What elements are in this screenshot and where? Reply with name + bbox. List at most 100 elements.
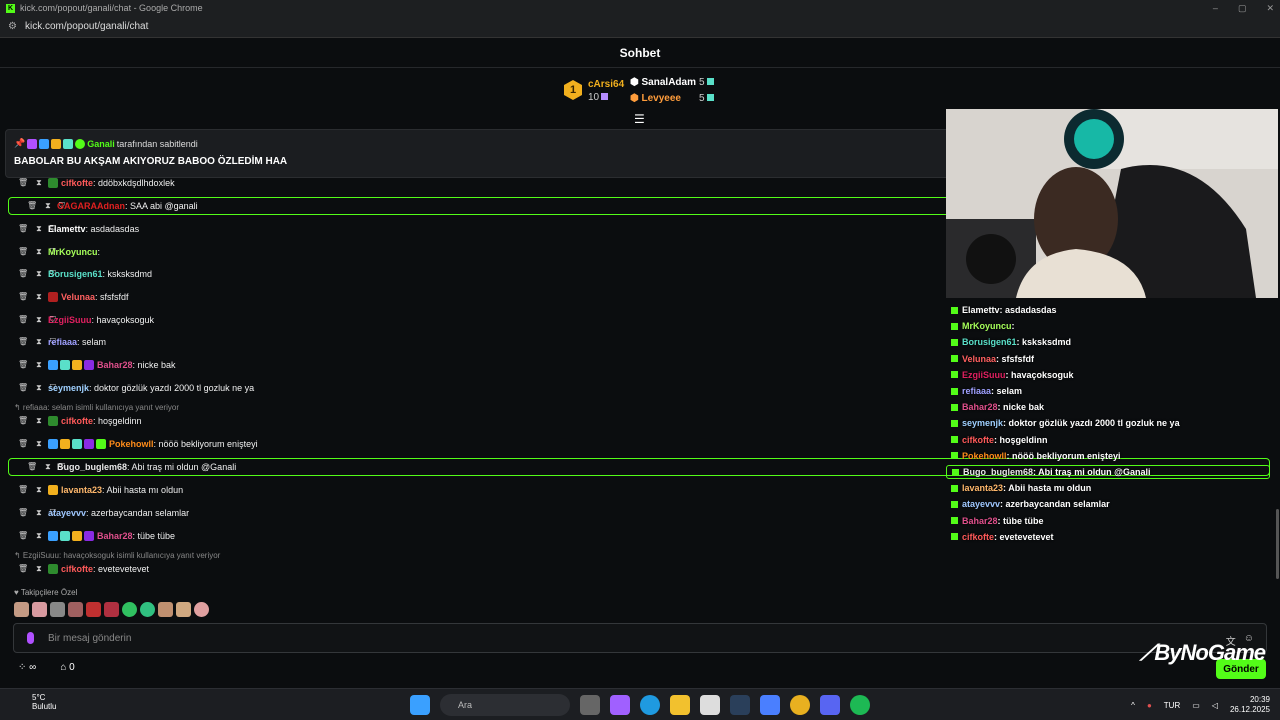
chat-message[interactable]: 🗑 ⧗ ⛉ MrKoyuncu:	[0, 243, 945, 261]
emote-icon[interactable]	[104, 602, 119, 617]
emote-icon[interactable]	[50, 602, 65, 617]
maximize-icon[interactable]: ▢	[1238, 3, 1247, 14]
emote-icon[interactable]	[86, 602, 101, 617]
delete-icon[interactable]: 🗑	[18, 337, 28, 347]
language-indicator[interactable]: TUR	[1164, 701, 1180, 710]
file-explorer-icon[interactable]	[670, 695, 690, 715]
copilot-icon[interactable]	[610, 695, 630, 715]
message-username[interactable]: seymenjk	[48, 383, 89, 393]
timeout-icon[interactable]: ⧗	[45, 201, 51, 211]
chat-message[interactable]: 🗑 ⧗ ⛉ seymenjk: doktor gözlük yazdı 2000 tl…	[0, 379, 945, 397]
steam-icon[interactable]	[730, 695, 750, 715]
delete-icon[interactable]: 🗑	[18, 439, 28, 449]
emote-icon[interactable]	[122, 602, 137, 617]
emote-icon[interactable]	[32, 602, 47, 617]
edge-icon[interactable]	[640, 695, 660, 715]
timeout-icon[interactable]: ⧗	[36, 485, 42, 495]
delete-icon[interactable]: 🗑	[18, 292, 28, 302]
delete-icon[interactable]: 🗑	[18, 416, 28, 426]
message-username[interactable]: cifkofte	[61, 178, 93, 188]
leader-1-name[interactable]: cArsi64	[588, 79, 624, 90]
timeout-icon[interactable]: ⧗	[36, 315, 42, 325]
message-input[interactable]: Bir mesaj gönderin 文 ☺	[13, 623, 1267, 653]
chrome-icon[interactable]	[790, 695, 810, 715]
chat-message[interactable]: 🗑⧗⛉cifkofte: ddöbxkdşdlhdoxlek	[0, 174, 945, 192]
delete-icon[interactable]: 🗑	[27, 201, 37, 211]
message-username[interactable]: atayevvv	[48, 508, 86, 518]
timeout-icon[interactable]: ⧗	[36, 337, 42, 347]
timeout-icon[interactable]: ⧗	[36, 360, 42, 370]
chat-message[interactable]: 🗑 ⧗ ⛉ Elamettv: asdadasdas	[0, 220, 945, 238]
tray-mic-icon[interactable]: ●	[1147, 701, 1152, 710]
weather-widget[interactable]: 5°C Bulutlu	[10, 693, 56, 711]
chat-message[interactable]: 🗑 ⧗ ⛉ Borusigen61: ksksksdmd	[0, 265, 945, 283]
site-info-icon[interactable]: ⚙	[8, 21, 17, 32]
message-username[interactable]: lavanta23	[61, 485, 102, 495]
reply-context[interactable]: ↰ refiaaa: selam isimli kullanıcıya yanı…	[14, 403, 179, 412]
chat-message[interactable]: 🗑⧗⛉Bahar28: nicke bak	[0, 356, 945, 374]
timeout-icon[interactable]: ⧗	[36, 247, 42, 257]
delete-icon[interactable]: 🗑	[18, 247, 28, 257]
discord-icon[interactable]	[820, 695, 840, 715]
timeout-icon[interactable]: ⧗	[36, 439, 42, 449]
leader-3-name[interactable]: ⬢ Levyeee	[630, 93, 681, 104]
timeout-icon[interactable]: ⧗	[36, 269, 42, 279]
minimize-icon[interactable]: –	[1213, 3, 1218, 13]
delete-icon[interactable]: 🗑	[18, 178, 28, 188]
timeout-icon[interactable]: ⧗	[36, 531, 42, 541]
timeout-icon[interactable]: ⧗	[36, 416, 42, 426]
message-username[interactable]: EzgiiSuuu	[48, 315, 92, 325]
scrollbar[interactable]	[1276, 509, 1279, 579]
points-indicator[interactable]: ⁘ ∞	[18, 662, 36, 673]
timeout-icon[interactable]: ⧗	[45, 462, 51, 472]
timeout-icon[interactable]: ⧗	[36, 178, 42, 188]
taskbar-search[interactable]: Ara	[440, 694, 570, 716]
start-icon[interactable]	[410, 695, 430, 715]
emote-icon[interactable]	[176, 602, 191, 617]
message-username[interactable]: refiaaa	[48, 337, 77, 347]
delete-icon[interactable]: 🗑	[18, 315, 28, 325]
mic-icon[interactable]	[27, 632, 34, 644]
message-username[interactable]: GAGARAAdnan	[57, 201, 125, 211]
message-username[interactable]: cifkofte	[61, 416, 93, 426]
message-username[interactable]: Bugo_buglem68	[57, 462, 127, 472]
emote-icon[interactable]	[140, 602, 155, 617]
delete-icon[interactable]: 🗑	[18, 224, 28, 234]
spotify-icon[interactable]	[850, 695, 870, 715]
timeout-icon[interactable]: ⧗	[36, 224, 42, 234]
chat-message[interactable]: 🗑⧗⛉Velunaa: sfsfsfdf	[0, 288, 945, 306]
network-icon[interactable]: ▭	[1192, 701, 1200, 710]
chat-message[interactable]: 🗑⧗⛉Bahar28: tübe tübe	[0, 527, 945, 545]
store-indicator[interactable]: ⌂ 0	[60, 662, 74, 673]
message-username[interactable]: Bahar28	[97, 360, 133, 370]
emote-icon[interactable]	[194, 602, 209, 617]
delete-icon[interactable]: 🗑	[18, 360, 28, 370]
delete-icon[interactable]: 🗑	[18, 485, 28, 495]
message-username[interactable]: Pokehowll	[109, 439, 154, 449]
leader-2-name[interactable]: ⬢ SanalAdam	[630, 77, 696, 88]
delete-icon[interactable]: 🗑	[18, 508, 28, 518]
timeout-icon[interactable]: ⧗	[36, 508, 42, 518]
message-username[interactable]: Velunaa	[61, 292, 95, 302]
tray-arrow-icon[interactable]: ^	[1131, 701, 1135, 710]
chat-message[interactable]: 🗑 ⧗ ⛉ EzgiiSuuu: havaçoksoguk	[0, 311, 945, 329]
reply-context[interactable]: ↰ EzgiiSuuu: havaçoksoguk isimli kullanı…	[14, 551, 220, 560]
store-icon[interactable]	[700, 695, 720, 715]
chat-message[interactable]: 🗑⧗⛉cifkofte: hoşgeldinn	[0, 412, 945, 430]
message-username[interactable]: cifkofte	[61, 564, 93, 574]
delete-icon[interactable]: 🗑	[18, 531, 28, 541]
volume-icon[interactable]: ◁	[1212, 701, 1218, 710]
message-username[interactable]: MrKoyuncu	[48, 247, 98, 257]
message-username[interactable]: Bahar28	[97, 531, 133, 541]
timeout-icon[interactable]: ⧗	[36, 564, 42, 574]
filter-icon[interactable]: ☰	[634, 112, 645, 126]
message-username[interactable]: Elamettv	[48, 224, 86, 234]
emote-icon[interactable]	[158, 602, 173, 617]
delete-icon[interactable]: 🗑	[18, 564, 28, 574]
delete-icon[interactable]: 🗑	[27, 462, 37, 472]
timeout-icon[interactable]: ⧗	[36, 292, 42, 302]
timeout-icon[interactable]: ⧗	[36, 383, 42, 393]
chat-message[interactable]: 🗑⧗⛉Pokehowll: nööö bekliyorum enişteyi	[0, 435, 945, 453]
task-view-icon[interactable]	[580, 695, 600, 715]
pinned-by-user[interactable]: Ganali	[87, 139, 115, 149]
